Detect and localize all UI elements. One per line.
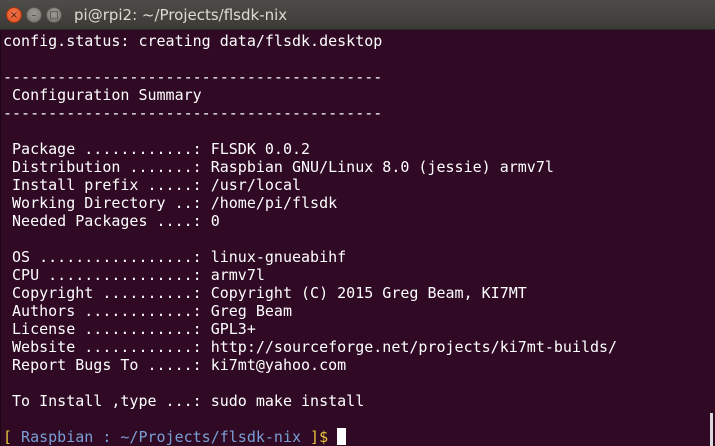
close-button[interactable]: × [6, 7, 22, 23]
prompt-path: Raspbian : ~/Projects/flsdk-nix [12, 428, 311, 446]
terminal-line: Website ............: http://sourceforge… [3, 338, 618, 356]
prompt-open-bracket: [ [3, 428, 13, 446]
shell-prompt[interactable]: [ Raspbian : ~/Projects/flsdk-nix ]$ [3, 428, 709, 446]
terminal-line: OS .................: linux-gnueabihf [3, 248, 347, 266]
terminal-line: Distribution .......: Raspbian GNU/Linux… [3, 158, 554, 176]
scrollbar[interactable] [710, 413, 713, 446]
minimize-button[interactable]: – [26, 7, 42, 23]
terminal-line: Needed Packages ....: 0 [3, 212, 220, 230]
terminal-line: Copyright ..........: Copyright (C) 2015… [3, 284, 527, 302]
terminal-line: Authors ............: Greg Beam [3, 302, 292, 320]
terminal-output[interactable]: config.status: creating data/flsdk.deskt… [3, 32, 709, 446]
window-border [0, 30, 1, 446]
terminal-line: Package ............: FLSDK 0.0.2 [3, 140, 311, 158]
terminal-line: ----------------------------------------… [3, 104, 383, 122]
window-title: pi@rpi2: ~/Projects/flsdk-nix [74, 6, 288, 24]
terminal-line: CPU ................: armv7l [3, 266, 265, 284]
prompt-close-symbol: ]$ [310, 428, 329, 446]
terminal-line: Working Directory ..: /home/pi/flsdk [3, 194, 338, 212]
terminal-line: License ............: GPL3+ [3, 320, 256, 338]
terminal-line: Configuration Summary [3, 86, 202, 104]
terminal-line: config.status: creating data/flsdk.deskt… [3, 32, 383, 50]
terminal-line: To Install ,type ...: sudo make install [3, 392, 365, 410]
maximize-button[interactable]: □ [46, 7, 62, 23]
terminal-line: Report Bugs To .....: ki7mt@yahoo.com [3, 356, 347, 374]
text-cursor [337, 428, 347, 445]
terminal-line: Install prefix .....: /usr/local [3, 176, 302, 194]
terminal-line: ----------------------------------------… [3, 68, 383, 86]
title-bar[interactable]: × – □ pi@rpi2: ~/Projects/flsdk-nix [0, 0, 715, 30]
